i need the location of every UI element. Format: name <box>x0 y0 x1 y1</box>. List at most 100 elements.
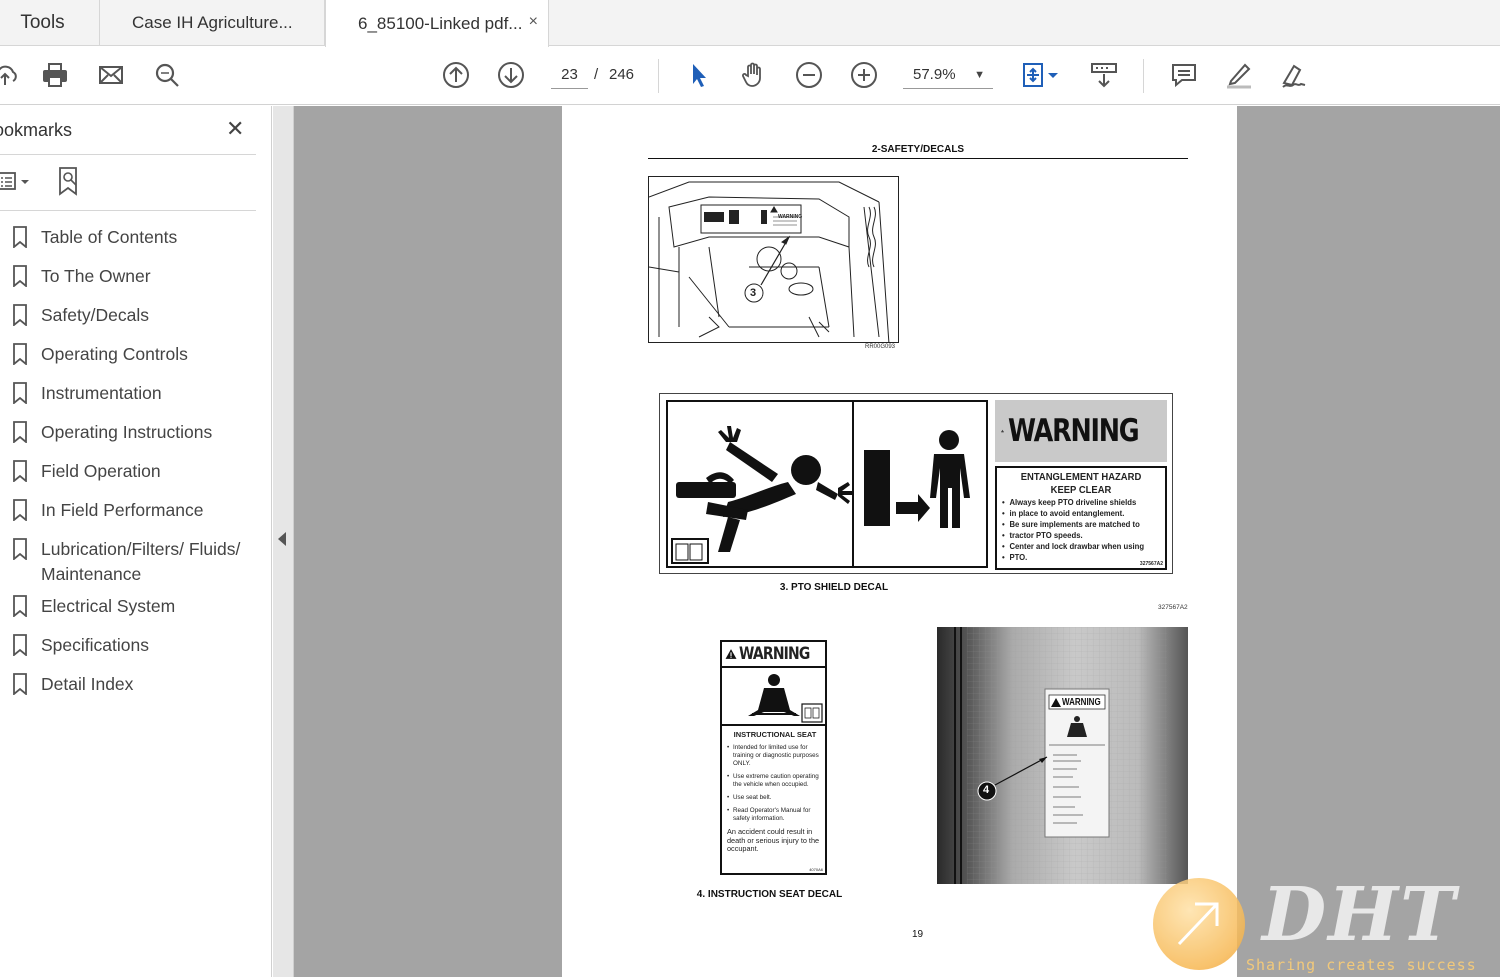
bookmark-label: Operating Controls <box>41 344 188 364</box>
toolbar-divider <box>658 59 659 93</box>
bookmark-icon <box>13 538 27 560</box>
page-header: 2-SAFETY/DECALS <box>871 144 965 155</box>
bookmark-label: Table of Contents <box>41 227 178 247</box>
header-rule <box>648 158 1188 159</box>
bookmark-icon <box>13 673 27 695</box>
decal-photo: 4 WARNING <box>937 627 1188 884</box>
bookmark-icon <box>13 421 27 443</box>
bookmark-item[interactable]: Operating Instructions <box>0 413 256 452</box>
warning-word: WARNING <box>739 644 810 664</box>
bookmark-icon <box>13 382 27 404</box>
search-icon[interactable] <box>152 60 182 90</box>
select-cursor-icon[interactable] <box>684 60 714 90</box>
bookmark-label: Safety/Decals <box>41 305 149 325</box>
page-number: 19 <box>912 929 924 940</box>
hazard-title: ENTANGLEMENT HAZARD <box>1020 471 1142 483</box>
bookmark-icon <box>13 226 27 248</box>
tab-tools[interactable]: Tools <box>0 0 100 46</box>
page-number-input[interactable]: 23 <box>551 61 588 89</box>
warning-triangle-icon <box>1001 429 1004 433</box>
bookmark-label: To The Owner <box>41 266 151 286</box>
seat-decal-footer: An accident could result in death or ser… <box>727 827 820 853</box>
hazard-item: Be sure implements are matched to <box>1002 519 1149 530</box>
highlight-pen-icon[interactable] <box>1224 60 1254 90</box>
page-separator: / <box>594 66 599 83</box>
new-bookmark-icon[interactable] <box>56 166 86 196</box>
hand-tool-icon[interactable] <box>739 60 769 90</box>
pto-shield-decal: WARNING ENTANGLEMENT HAZARD KEEP CLEAR A… <box>659 393 1173 574</box>
bookmark-item[interactable]: Instrumentation <box>0 374 256 413</box>
collapse-panel-icon[interactable] <box>278 532 286 546</box>
hazard-item-cont: tractor PTO speeds. <box>1002 530 1149 541</box>
watermark: DHT Sharing creates success <box>1150 872 1500 977</box>
tab-tools-label: Tools <box>20 12 65 33</box>
print-icon[interactable] <box>40 60 70 90</box>
figure-caption: 4. INSTRUCTION SEAT DECAL <box>696 889 843 900</box>
tab-document-1[interactable]: Case IH Agriculture... <box>100 0 325 46</box>
bookmark-label: Lubrication/Filters/ Fluids/ Maintenance <box>41 539 241 584</box>
warning-word: WARNING <box>1007 413 1140 449</box>
decal-code: 327567A2 <box>1139 561 1163 567</box>
bookmarks-panel-title: ookmarks <box>0 120 73 140</box>
seat-decal-text: INSTRUCTIONAL SEAT Intended for limited … <box>727 730 823 854</box>
hazard-item-cont: PTO. <box>1002 552 1149 563</box>
bookmark-icon <box>13 304 27 326</box>
bookmark-item[interactable]: Lubrication/Filters/ Fluids/ Maintenance <box>0 530 256 587</box>
main-toolbar: 23 / 246 57.9% ▼ <box>0 47 1500 105</box>
bookmark-item[interactable]: Specifications <box>0 626 256 665</box>
previous-page-icon[interactable] <box>441 60 471 90</box>
tractor-line-drawing: 3 WARNING <box>648 176 899 343</box>
entanglement-pictogram <box>666 400 854 568</box>
mini-warning-label: WARNING <box>778 214 803 220</box>
instruction-seat-decal: WARNING INSTRUCTIONAL SEAT Intended for … <box>720 640 827 875</box>
email-icon[interactable] <box>96 60 126 90</box>
zoom-level-select[interactable]: 57.9% ▼ <box>903 61 993 89</box>
close-panel-icon[interactable]: ✕ <box>226 116 244 142</box>
callout-number: 4 <box>983 784 990 796</box>
seat-decal-item: Read Operator's Manual for safety inform… <box>727 807 823 823</box>
bookmark-item[interactable]: Electrical System <box>0 587 256 626</box>
scroll-mode-icon[interactable] <box>1089 60 1119 90</box>
figure-caption: 3. PTO SHIELD DECAL <box>779 582 889 593</box>
bookmark-item[interactable]: In Field Performance <box>0 491 256 530</box>
comment-icon[interactable] <box>1169 60 1199 90</box>
close-tab-icon[interactable]: × <box>529 13 538 31</box>
bookmark-list: Table of Contents To The Owner Safety/De… <box>0 218 256 704</box>
pdf-page: 2-SAFETY/DECALS 3 WARNING RR00G093 WARNI… <box>562 106 1237 977</box>
bookmark-item[interactable]: Safety/Decals <box>0 296 256 335</box>
tab-document-1-label: Case IH Agriculture... <box>132 13 293 32</box>
bookmark-item[interactable]: Field Operation <box>0 452 256 491</box>
bookmark-label: Operating Instructions <box>41 422 213 442</box>
seat-decal-item: Use seat belt. <box>727 794 823 802</box>
bookmark-icon <box>13 265 27 287</box>
chevron-down-icon: ▼ <box>974 69 985 81</box>
bookmarks-panel: ookmarks ✕ Table of Contents To The Owne… <box>0 106 272 977</box>
bookmark-item[interactable]: Table of Contents <box>0 218 256 257</box>
hazard-item-text: in place to avoid entanglement. <box>1009 508 1125 518</box>
bookmark-label: In Field Performance <box>41 500 204 520</box>
next-page-icon[interactable] <box>496 60 526 90</box>
decal-code: 4070A6 <box>809 867 823 872</box>
bookmark-label: Specifications <box>41 635 149 655</box>
panel-divider <box>0 210 256 211</box>
bookmark-options-icon[interactable] <box>0 170 36 194</box>
tab-document-2[interactable]: 6_85100-Linked pdf... × <box>325 0 549 47</box>
watermark-tagline: Sharing creates success <box>1246 956 1477 974</box>
sign-icon[interactable] <box>1279 60 1309 90</box>
zoom-level-value: 57.9% <box>913 66 956 83</box>
hazard-item: Center and lock drawbar when using <box>1002 541 1149 552</box>
watermark-logo <box>1153 878 1245 970</box>
bookmark-item[interactable]: Operating Controls <box>0 335 256 374</box>
bookmark-item[interactable]: Detail Index <box>0 665 256 704</box>
figure-code: RR00G093 <box>865 344 896 350</box>
zoom-in-icon[interactable] <box>849 60 879 90</box>
total-pages: 246 <box>609 66 635 83</box>
tab-bar: Tools Case IH Agriculture... 6_85100-Lin… <box>0 0 1500 47</box>
zoom-out-icon[interactable] <box>794 60 824 90</box>
bookmark-icon <box>13 595 27 617</box>
upload-cloud-icon[interactable] <box>0 60 20 90</box>
bookmark-label: Field Operation <box>41 461 161 481</box>
seat-pictogram <box>722 670 825 726</box>
fit-page-dropdown-icon[interactable] <box>1043 60 1063 90</box>
bookmark-item[interactable]: To The Owner <box>0 257 256 296</box>
